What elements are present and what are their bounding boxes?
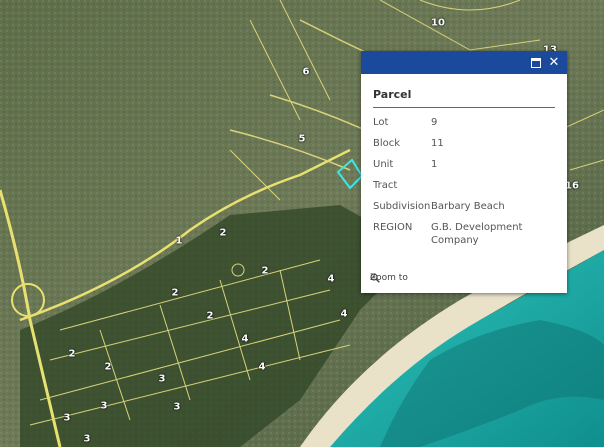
- popup-header: ✕: [361, 51, 567, 74]
- lot-label: 3: [173, 401, 181, 413]
- close-icon: ✕: [548, 55, 560, 70]
- lot-label: 3: [100, 400, 108, 412]
- maximize-button[interactable]: [527, 51, 545, 74]
- attribute-key: Block: [373, 138, 401, 149]
- close-button[interactable]: ✕: [545, 51, 563, 74]
- attribute-value: 11: [431, 138, 444, 149]
- popup-title: Parcel: [373, 88, 555, 108]
- parcel-popup: ✕ Parcel Lot 9 Block 11 Unit 1 Tract Sub…: [361, 51, 567, 293]
- attribute-key: Tract: [373, 180, 398, 191]
- attribute-value: 9: [431, 117, 438, 128]
- lot-label: 3: [158, 373, 166, 385]
- lot-label: 2: [219, 227, 227, 239]
- lot-label: 3: [83, 433, 91, 445]
- map-view[interactable]: 10 6 5 1 2 2 2 2 2 2 4 4 4 4 3 3 3 3 3 1…: [0, 0, 604, 447]
- lot-label: 1: [175, 235, 183, 247]
- attribute-row-unit: Unit 1: [373, 158, 555, 171]
- lot-label: 2: [104, 361, 112, 373]
- lot-label: 4: [340, 308, 348, 320]
- lot-label: 4: [327, 273, 335, 285]
- lot-label: 3: [63, 412, 71, 424]
- attribute-key: Unit: [373, 159, 394, 170]
- lot-label: 5: [298, 133, 306, 145]
- lot-label: 2: [68, 348, 76, 360]
- attribute-value: [431, 179, 555, 192]
- attribute-row-tract: Tract: [373, 179, 555, 192]
- attribute-row-region: REGION G.B. Development Company: [373, 221, 555, 247]
- lot-label: 4: [241, 333, 249, 345]
- zoom-to-link[interactable]: Zoom to: [370, 273, 408, 283]
- attribute-value: 1: [431, 159, 438, 170]
- attribute-value: G.B. Development Company: [431, 222, 523, 246]
- attribute-row-lot: Lot 9: [373, 116, 555, 129]
- lot-label: 4: [258, 361, 266, 373]
- lot-label: 2: [171, 287, 179, 299]
- maximize-icon: [531, 57, 541, 68]
- magnifier-icon: [370, 273, 380, 283]
- attribute-key: REGION: [373, 222, 413, 233]
- lot-label: 6: [302, 66, 310, 78]
- attribute-row-subdivision: Subdivision Barbary Beach: [373, 200, 555, 213]
- attribute-row-block: Block 11: [373, 137, 555, 150]
- attribute-key: Subdivision: [373, 201, 431, 212]
- lot-label: 16: [565, 180, 579, 192]
- lot-label: 2: [261, 265, 269, 277]
- lot-label: 2: [206, 310, 214, 322]
- lot-label: 10: [431, 17, 445, 29]
- attribute-value: Barbary Beach: [431, 201, 505, 212]
- attribute-key: Lot: [373, 117, 389, 128]
